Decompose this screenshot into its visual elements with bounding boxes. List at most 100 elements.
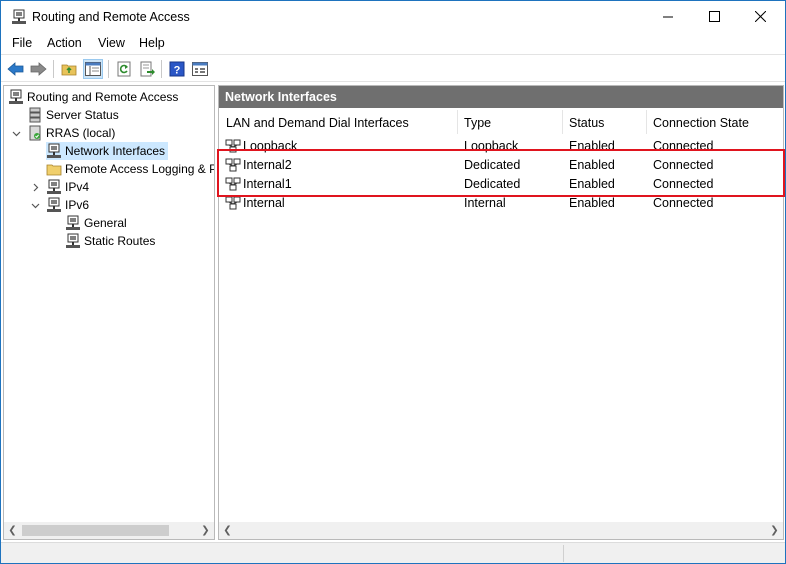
expand-ipv4-caret[interactable] [30,182,40,192]
properties-icon [192,62,208,76]
rras-app-icon [12,9,26,24]
interface-type: Dedicated [464,177,521,191]
menu-view[interactable]: View [98,36,125,50]
ipv6-icon [47,197,61,212]
chevron-right-icon: ❯ [770,525,779,536]
help-button[interactable]: ? [167,59,187,79]
server-icon [29,125,41,141]
tree-label-network-interfaces: Network Interfaces [65,144,166,158]
tree-item-server-status[interactable]: Server Status [27,106,119,124]
network-adapter-icon [225,177,241,191]
tree-item-static-routes[interactable]: Static Routes [65,232,155,250]
menu-bar: File Action View Help [1,33,785,54]
interface-status: Enabled [569,196,615,210]
tree-label-root: Routing and Remote Access [27,90,179,104]
interface-status: Enabled [569,139,615,153]
show-hide-tree-button[interactable] [83,59,103,79]
general-icon [66,215,80,230]
tree-horizontal-scrollbar[interactable]: ❮ ❯ [4,522,214,539]
export-list-button[interactable] [137,59,157,79]
maximize-icon [708,11,720,22]
column-header-interface[interactable]: LAN and Demand Dial Interfaces [226,116,409,130]
forward-button[interactable] [28,59,48,79]
interface-type: Internal [464,196,506,210]
scroll-right-button[interactable]: ❯ [766,522,783,539]
expand-ipv6-caret[interactable] [30,200,40,210]
list-horizontal-scrollbar[interactable]: ❮ ❯ [219,522,783,539]
column-header-status[interactable]: Status [569,116,604,130]
tree-item-root[interactable]: Routing and Remote Access [8,88,178,106]
folder-icon [46,164,62,176]
scrollbar-thumb[interactable] [22,525,169,536]
tree-label-static-routes: Static Routes [84,234,156,248]
interface-connection-state: Connected [653,158,714,172]
scroll-left-button[interactable]: ❮ [4,522,21,539]
chevron-down-icon [12,131,20,136]
expand-rras-caret[interactable] [11,128,21,138]
status-segment [563,545,783,562]
tree-item-remote-access-logging[interactable]: Remote Access Logging & P [46,160,214,178]
tree-item-network-interfaces[interactable]: Network Interfaces [46,142,169,160]
console-tree[interactable]: Routing and Remote Access Server Status … [3,85,215,540]
interface-status: Enabled [569,158,615,172]
interface-row-loopback[interactable]: Loopback Loopback Enabled Connected [219,137,783,156]
pane-title: Network Interfaces [219,86,783,108]
chevron-right-icon: ❯ [201,525,210,536]
tree-label-rras-local: RRAS (local) [46,126,116,140]
tree-label-general: General [84,216,127,230]
refresh-icon [117,61,131,77]
interface-name: Internal [243,196,285,210]
tree-label-ipv6: IPv6 [65,198,90,212]
scroll-left-button[interactable]: ❮ [219,522,236,539]
minimize-button[interactable] [645,1,691,32]
column-header-type[interactable]: Type [464,116,491,130]
export-list-icon [140,61,155,77]
interface-status: Enabled [569,177,615,191]
network-adapter-icon [225,158,241,172]
properties-button[interactable] [190,59,210,79]
back-arrow-icon [7,62,24,76]
refresh-button[interactable] [114,59,134,79]
maximize-button[interactable] [691,1,737,32]
tree-item-rras-local[interactable]: RRAS (local) [27,124,115,142]
interface-row-internal2[interactable]: Internal2 Dedicated Enabled Connected [219,156,783,175]
up-folder-icon [61,64,77,76]
interface-row-internal[interactable]: Internal Internal Enabled Connected [219,194,783,213]
menu-action[interactable]: Action [47,36,82,50]
title-bar[interactable]: Routing and Remote Access [1,1,785,33]
minimize-icon [662,16,673,18]
interface-connection-state: Connected [653,177,714,191]
tree-item-general[interactable]: General [65,214,127,232]
tree-label-ipv4: IPv4 [65,180,90,194]
help-icon: ? [169,61,185,77]
status-bar [1,542,785,563]
static-routes-icon [66,233,80,248]
interface-name: Internal1 [243,177,292,191]
app-window: Routing and Remote Access File Action Vi… [0,0,786,564]
tree-item-ipv6[interactable]: IPv6 [46,196,89,214]
chevron-right-icon [33,183,38,191]
scroll-right-button[interactable]: ❯ [197,522,214,539]
results-pane: Network Interfaces LAN and Demand Dial I… [218,85,784,540]
tree-label-server-status: Server Status [46,108,119,122]
window-title: Routing and Remote Access [32,10,190,24]
interface-row-internal1[interactable]: Internal1 Dedicated Enabled Connected [219,175,783,194]
back-button[interactable] [6,59,26,79]
svg-text:?: ? [174,65,181,77]
toolbar: ? [1,54,785,82]
close-button[interactable] [737,1,783,32]
up-level-button[interactable] [59,59,79,79]
ipv4-icon [47,179,61,194]
network-adapter-icon [225,139,241,153]
column-header-connection-state[interactable]: Connection State [653,116,749,130]
interface-type: Loopback [464,139,519,153]
menu-help[interactable]: Help [139,36,165,50]
chevron-left-icon: ❮ [223,525,232,536]
interface-name: Internal2 [243,158,292,172]
interface-name: Loopback [243,139,298,153]
show-hide-tree-icon [85,62,101,76]
interface-type: Dedicated [464,158,521,172]
tree-item-ipv4[interactable]: IPv4 [46,178,89,196]
menu-file[interactable]: File [12,36,32,50]
chevron-left-icon: ❮ [8,525,17,536]
